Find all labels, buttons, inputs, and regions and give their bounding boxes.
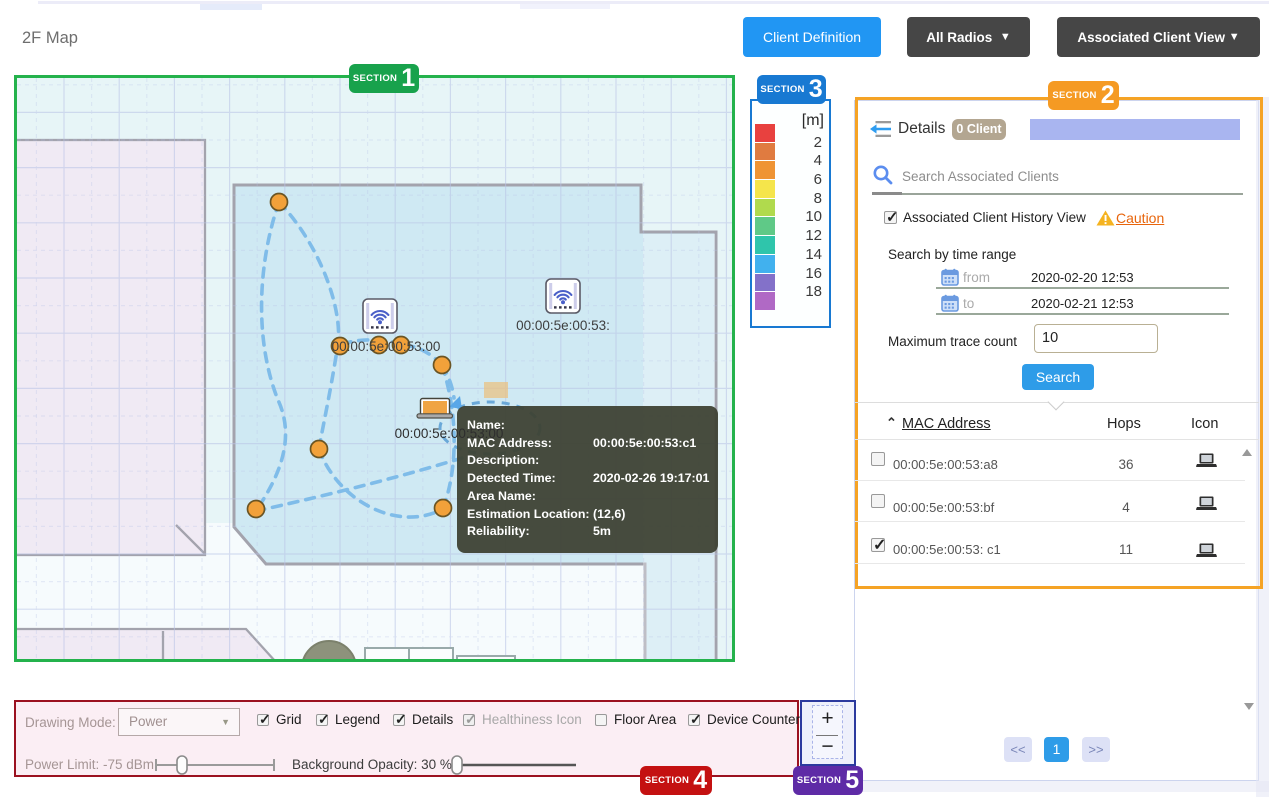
svg-text:00:00:5e:00:53:: 00:00:5e:00:53: — [516, 318, 610, 333]
svg-text:00:00:5e:00:53:00: 00:00:5e:00:53:00 — [332, 339, 441, 354]
